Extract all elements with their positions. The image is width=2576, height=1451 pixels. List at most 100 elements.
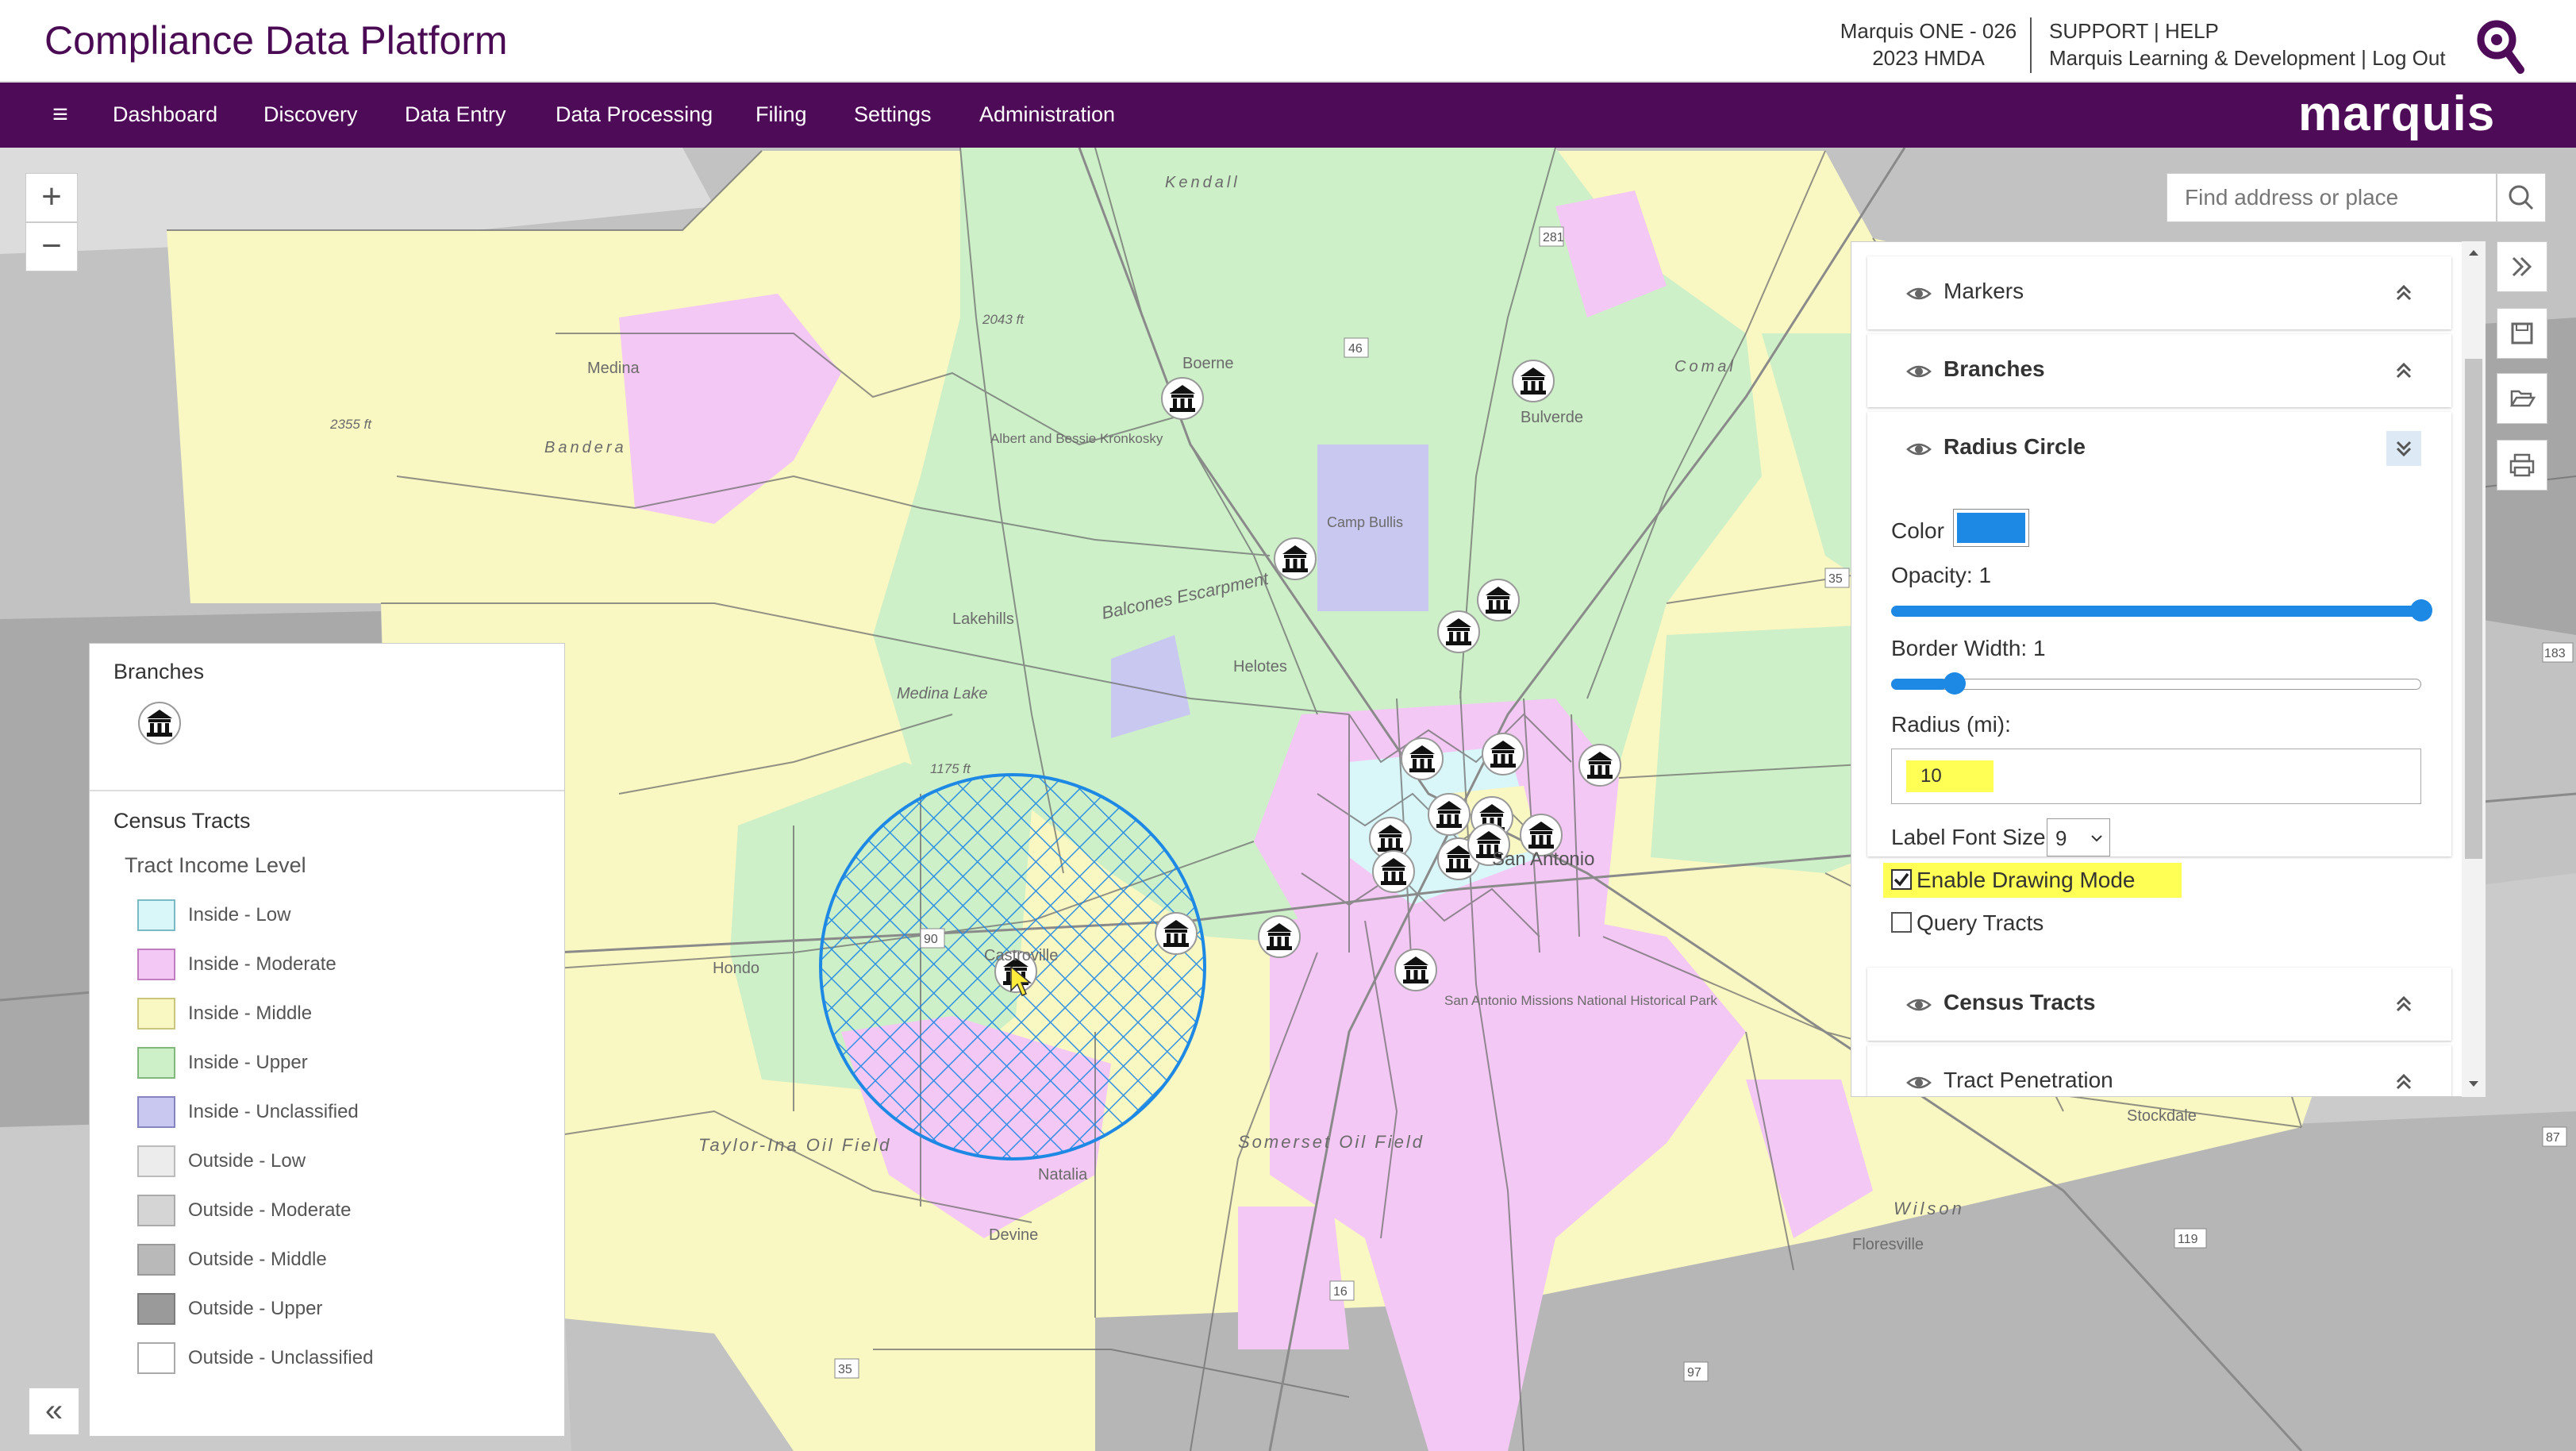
place-label: Camp Bullis <box>1327 514 1403 530</box>
double-chevron-up-icon[interactable] <box>2386 275 2421 310</box>
double-chevron-down-icon <box>2396 441 2412 457</box>
road-shield: 119 <box>2174 1228 2207 1249</box>
legend-label: Outside - Middle <box>188 1249 327 1270</box>
header-search-icon[interactable] <box>2474 17 2525 75</box>
eye-icon[interactable] <box>1905 1069 1932 1096</box>
legend-swatch <box>137 1195 175 1226</box>
chevron-down-icon <box>2091 835 2102 842</box>
nav-settings[interactable]: Settings <box>854 98 932 130</box>
road-shield: 183 <box>2542 642 2574 663</box>
legend-label: Inside - Middle <box>188 1003 313 1024</box>
enable-drawing-mode-checkbox[interactable] <box>1891 869 1912 890</box>
print-icon <box>2509 453 2535 477</box>
query-tracts-checkbox[interactable] <box>1891 912 1912 933</box>
double-chevron-right-icon <box>2512 256 2532 277</box>
color-label: Color <box>1891 518 1944 543</box>
legend-swatch <box>137 1342 175 1374</box>
section-label: Markers <box>1944 279 2024 303</box>
road-shield: 35 <box>834 1358 859 1379</box>
opacity-label: Opacity: 1 <box>1891 563 1992 587</box>
eye-icon[interactable] <box>1905 991 1932 1018</box>
radius-value: 10 <box>1906 760 1994 792</box>
save-button[interactable] <box>2497 308 2547 359</box>
account-name: Marquis ONE - 026 <box>1840 19 2017 43</box>
legend-label: Outside - Low <box>188 1150 306 1172</box>
double-chevron-up-icon[interactable] <box>2386 987 2421 1022</box>
bank-icon <box>138 702 181 745</box>
support-help-links[interactable]: SUPPORT | HELP <box>2049 17 2446 44</box>
hamburger-menu-icon[interactable]: ≡ <box>44 98 76 130</box>
map-legend: Branches Census Tracts Tract Income Leve… <box>89 643 565 1437</box>
nav-administration[interactable]: Administration <box>979 98 1115 130</box>
legend-label: Outside - Moderate <box>188 1199 352 1221</box>
place-label: San Antonio <box>1492 849 1594 870</box>
double-chevron-up-icon[interactable] <box>2386 1064 2421 1097</box>
section-label: Branches <box>1944 356 2045 381</box>
open-button[interactable] <box>2497 373 2547 424</box>
scrollbar-thumb[interactable] <box>2465 359 2482 859</box>
query-tracts-label[interactable]: Query Tracts <box>1917 910 2043 936</box>
account-filing-year: 2023 HMDA <box>1872 46 1985 70</box>
label-font-size-select[interactable]: 9 <box>2047 818 2110 856</box>
nav-filing[interactable]: Filing <box>755 98 807 130</box>
scroll-up-icon[interactable] <box>2467 248 2480 257</box>
color-picker[interactable] <box>1953 509 2029 547</box>
search-icon <box>2509 185 2534 210</box>
place-label: Kendall <box>1165 174 1240 191</box>
border-width-slider[interactable] <box>1891 672 2421 695</box>
eye-icon[interactable] <box>1905 358 1932 385</box>
font-size-value: 9 <box>2055 826 2067 850</box>
app-title: Compliance Data Platform <box>44 18 508 63</box>
slider-handle[interactable] <box>1944 672 1966 695</box>
slider-handle[interactable] <box>2410 599 2432 622</box>
address-search-input[interactable]: Find address or place <box>2167 173 2497 222</box>
enable-drawing-mode-label[interactable]: Enable Drawing Mode <box>1917 868 2136 893</box>
section-tract-penetration[interactable]: Tract Penetration <box>1867 1045 2451 1097</box>
slider-track <box>1891 606 2421 617</box>
nav-discovery[interactable]: Discovery <box>263 98 358 130</box>
search-button[interactable] <box>2497 173 2546 222</box>
place-label: Bulverde <box>1521 409 1583 426</box>
road-shield: 16 <box>1329 1280 1355 1301</box>
collapse-panel-button[interactable] <box>2497 241 2547 292</box>
zoom-out-button[interactable]: − <box>25 222 78 271</box>
scroll-down-icon[interactable] <box>2467 1080 2480 1089</box>
slider-fill <box>1891 679 1947 690</box>
slider-track <box>1891 679 2421 690</box>
place-label: Boerne <box>1182 355 1234 372</box>
collapse-legend-button[interactable]: « <box>29 1387 79 1435</box>
section-branches[interactable]: Branches <box>1867 334 2451 407</box>
place-label: 2355 ft <box>329 417 372 432</box>
legend-swatch <box>137 1145 175 1177</box>
eye-icon[interactable] <box>1905 436 1932 463</box>
legend-swatch <box>137 1293 175 1325</box>
place-label: San Antonio Missions National Historical… <box>1444 993 1717 1008</box>
zoom-in-button[interactable]: + <box>25 173 78 222</box>
learning-logout-links[interactable]: Marquis Learning & Development | Log Out <box>2049 44 2446 71</box>
nav-data-entry[interactable]: Data Entry <box>405 98 506 130</box>
nav-dashboard[interactable]: Dashboard <box>113 98 217 130</box>
print-button[interactable] <box>2497 440 2547 491</box>
road-label: 90 <box>924 933 938 946</box>
checkmark-icon <box>1894 872 1909 887</box>
label-font-size-label: Label Font Size <box>1891 825 2046 849</box>
legend-label: Outside - Unclassified <box>188 1347 374 1368</box>
road-shield: 46 <box>1344 337 1369 358</box>
legend-census-title: Census Tracts <box>113 809 251 833</box>
eye-icon[interactable] <box>1905 280 1932 307</box>
radius-input[interactable]: 10 <box>1891 749 2421 804</box>
legend-label: Inside - Unclassified <box>188 1101 359 1122</box>
legend-label: Inside - Moderate <box>188 953 336 975</box>
legend-swatch <box>137 1047 175 1079</box>
double-chevron-up-icon[interactable] <box>2386 353 2421 388</box>
opacity-slider[interactable] <box>1891 599 2432 622</box>
section-census-tracts[interactable]: Census Tracts <box>1867 968 2451 1041</box>
place-label: Somerset Oil Field <box>1238 1132 1424 1152</box>
legend-label: Outside - Upper <box>188 1298 323 1319</box>
section-markers[interactable]: Markers <box>1867 256 2451 329</box>
marquis-logo: marquis <box>2298 87 2496 141</box>
legend-swatch <box>137 1244 175 1276</box>
expand-toggle[interactable] <box>2386 431 2421 466</box>
legend-swatch <box>137 949 175 980</box>
nav-data-processing[interactable]: Data Processing <box>556 98 713 130</box>
